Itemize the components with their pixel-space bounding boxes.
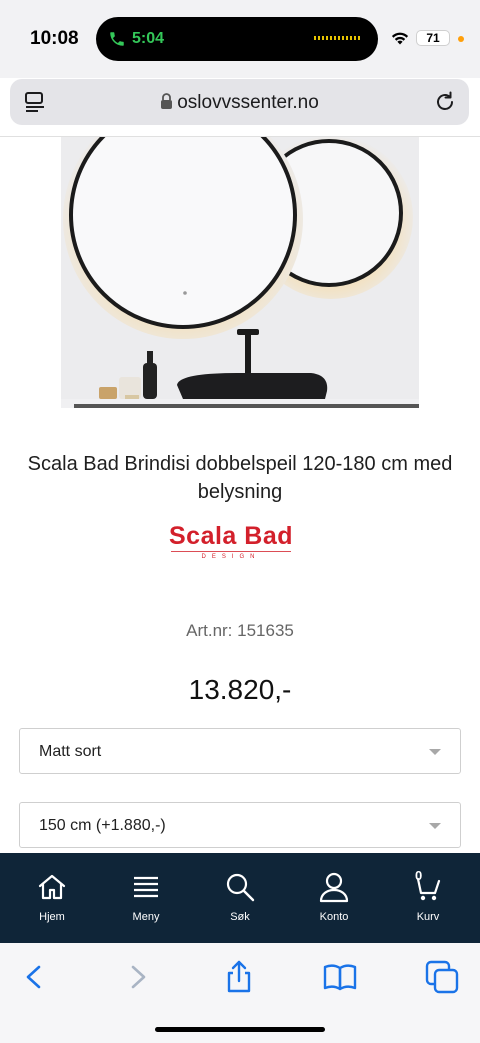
battery-level: 71 bbox=[426, 31, 440, 45]
article-number: Art.nr: 151635 bbox=[186, 621, 294, 640]
phone-icon bbox=[110, 32, 124, 46]
product-price: 13.820,- bbox=[188, 674, 292, 705]
color-select[interactable]: Matt sort bbox=[19, 728, 461, 774]
nav-label: Hjem bbox=[39, 911, 65, 923]
audio-waveform bbox=[314, 36, 360, 40]
tabs-icon[interactable] bbox=[424, 959, 460, 995]
url-text: oslovvssenter.no bbox=[177, 92, 319, 113]
home-indicator[interactable] bbox=[155, 1027, 325, 1032]
nav-item-account[interactable]: Konto bbox=[286, 853, 382, 943]
chevron-down-icon bbox=[429, 749, 441, 755]
privacy-indicator-dot bbox=[458, 36, 464, 42]
menu-icon bbox=[134, 876, 158, 898]
color-select-value: Matt sort bbox=[39, 743, 102, 760]
back-icon[interactable] bbox=[16, 959, 52, 995]
bookmarks-icon[interactable] bbox=[322, 959, 358, 995]
dynamic-island[interactable]: 5:04 bbox=[96, 17, 378, 61]
size-select[interactable]: 150 cm (+1.880,-) bbox=[19, 802, 461, 848]
shelf bbox=[74, 404, 419, 408]
brand-logo-text: Scala Bad bbox=[168, 522, 293, 550]
status-bar: 10:08 5:04 71 bbox=[0, 0, 480, 78]
chevron-down-icon bbox=[429, 823, 441, 829]
forward-icon[interactable] bbox=[120, 959, 156, 995]
browser-toolbar bbox=[0, 943, 480, 1043]
cart-count-badge: 0 bbox=[415, 868, 423, 883]
product-photo bbox=[61, 137, 419, 408]
call-duration: 5:04 bbox=[132, 30, 165, 47]
nav-label: Søk bbox=[230, 911, 250, 923]
nav-label: Konto bbox=[319, 911, 349, 923]
search-icon bbox=[226, 873, 255, 902]
product-title: Scala Bad Brindisi dobbelspeil 120-180 c… bbox=[27, 453, 453, 503]
brand-logo-subtext: DESIGN bbox=[201, 554, 261, 560]
active-call-indicator[interactable]: 5:04 bbox=[108, 27, 164, 51]
product-image[interactable] bbox=[61, 137, 419, 408]
clock: 10:08 bbox=[30, 28, 79, 49]
home-icon bbox=[38, 874, 66, 900]
nav-label: Kurv bbox=[416, 911, 440, 923]
nav-item-home[interactable]: Hjem bbox=[4, 853, 100, 943]
brand-logo-rule bbox=[171, 551, 291, 552]
size-select-value: 150 cm (+1.880,-) bbox=[39, 817, 166, 834]
account-icon bbox=[319, 872, 349, 903]
site-bottom-nav: Hjem Meny Søk Konto 0 Kurv bbox=[0, 853, 480, 943]
reload-icon[interactable] bbox=[433, 90, 457, 114]
nav-item-cart[interactable]: 0 Kurv bbox=[380, 853, 476, 943]
url-display[interactable]: oslovvssenter.no bbox=[10, 92, 469, 114]
brand-logo[interactable]: Scala Bad DESIGN bbox=[168, 521, 294, 563]
lock-icon bbox=[161, 93, 173, 109]
wifi-icon bbox=[391, 32, 409, 45]
share-icon[interactable] bbox=[221, 959, 257, 995]
nav-item-search[interactable]: Søk bbox=[192, 853, 288, 943]
battery-indicator: 71 bbox=[416, 30, 450, 46]
address-bar[interactable]: oslovvssenter.no bbox=[10, 79, 469, 125]
nav-label: Meny bbox=[132, 911, 160, 923]
nav-item-menu[interactable]: Meny bbox=[98, 853, 194, 943]
